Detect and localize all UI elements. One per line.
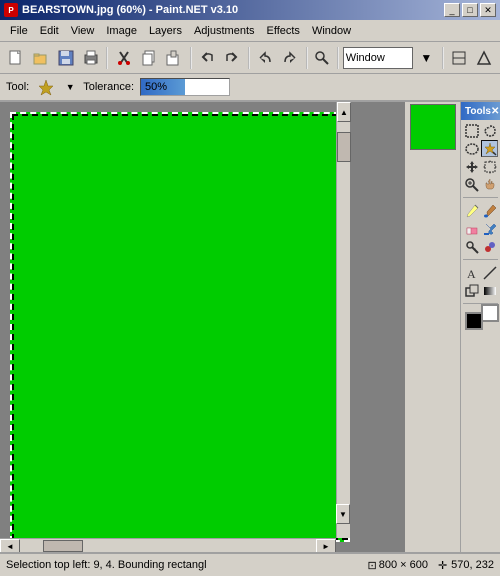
window-title: BEARSTOWN.jpg (60%) - Paint.NET v3.10 [22,4,238,16]
zoom-tool[interactable] [463,176,480,193]
current-tool-icon[interactable] [35,76,57,98]
canvas-container [10,112,350,542]
fill-tool[interactable] [481,220,498,237]
status-dimensions-area: ⊡ 800 × 600 [367,559,427,572]
tool-options-bar: Tool: ▼ Tolerance: 50% [0,74,500,102]
primary-color-box[interactable] [465,312,483,330]
tools-grid-2 [461,200,500,257]
paintbrush-tool[interactable] [481,202,498,219]
line-curve-tool[interactable] [481,264,498,281]
ellipse-select-tool[interactable] [463,140,480,157]
separator-3 [248,47,250,69]
toolbar: Window ▼ [0,42,500,74]
secondary-color-box[interactable] [481,304,499,322]
text-tool[interactable]: A [463,264,480,281]
move-selection-tool[interactable] [481,158,498,175]
menu-layers[interactable]: Layers [143,23,188,39]
menu-window[interactable]: Window [306,23,357,39]
save-button[interactable] [54,46,77,70]
extra-btn-2[interactable] [473,46,496,70]
tolerance-bar[interactable]: 50% [140,78,230,96]
clone-stamp-tool[interactable] [463,238,480,255]
undo-button[interactable] [254,46,277,70]
tools-divider-2 [463,259,498,260]
menu-adjustments[interactable]: Adjustments [188,23,261,39]
pan-tool[interactable] [481,176,498,193]
redo-button[interactable] [279,46,302,70]
extra-btn-1[interactable] [448,46,471,70]
cut-button[interactable] [112,46,135,70]
title-bar-left: P BEARSTOWN.jpg (60%) - Paint.NET v3.10 [4,3,238,17]
undo-history-button[interactable] [196,46,219,70]
menu-effects[interactable]: Effects [261,23,306,39]
separator-6 [442,47,444,69]
cursor-coordinates: 570, 232 [451,559,494,571]
rectangle-select-tool[interactable] [463,122,480,139]
magic-wand-tool[interactable] [481,140,498,157]
window-controls[interactable]: _ □ ✕ [444,3,496,17]
paste-button[interactable] [162,46,185,70]
color-picker-area [461,306,500,344]
tool-label: Tool: [6,81,29,93]
lasso-select-tool[interactable] [481,122,498,139]
tools-header-label: Tools [465,106,491,117]
status-selection-text: Selection top left: 9, 4. Bounding recta… [6,559,357,571]
window-dropdown[interactable]: Window [343,47,413,69]
vertical-scrollbar[interactable]: ▲ ▼ [336,102,350,538]
separator-5 [337,47,339,69]
separator-1 [106,47,108,69]
maximize-button[interactable]: □ [462,3,478,17]
thumbnail-panel [405,102,460,552]
tools-grid [461,120,500,195]
menu-view[interactable]: View [65,23,101,39]
close-button[interactable]: ✕ [480,3,496,17]
zoom-icon [312,47,333,69]
app-icon: P [4,3,18,17]
horizontal-scrollbar[interactable]: ◄ ► [0,538,336,552]
main-area: ▲ ▼ ◄ ► Tools ✕ [0,102,500,552]
menu-file[interactable]: File [4,23,34,39]
tools-grid-3: A [461,262,500,301]
canvas-image[interactable] [10,112,350,542]
menu-bar: File Edit View Image Layers Adjustments … [0,20,500,42]
separator-2 [190,47,192,69]
tools-close-icon[interactable]: ✕ [491,106,499,117]
coordinates-icon: ✛ [438,559,447,572]
recolor-tool[interactable] [481,238,498,255]
print-button[interactable] [79,46,102,70]
dropdown-arrow[interactable]: ▼ [415,46,438,70]
canvas-area[interactable]: ▲ ▼ ◄ ► [0,102,405,552]
tools-panel-header: Tools ✕ [461,102,500,120]
move-selected-tool[interactable] [463,158,480,175]
redo-history-button[interactable] [221,46,244,70]
tolerance-label: Tolerance: [83,81,134,93]
minimize-button[interactable]: _ [444,3,460,17]
eraser-tool[interactable] [463,220,480,237]
tool-options-dropdown[interactable]: ▼ [63,75,77,99]
dimensions-icon: ⊡ [367,559,376,572]
canvas-dimensions: 800 × 600 [379,559,428,571]
separator-4 [306,47,308,69]
pencil-tool[interactable] [463,202,480,219]
status-bar: Selection top left: 9, 4. Bounding recta… [0,552,500,576]
gradient-tool[interactable] [481,282,498,299]
tools-divider-1 [463,197,498,198]
menu-image[interactable]: Image [100,23,143,39]
shapes-tool[interactable] [463,282,480,299]
copy-button[interactable] [137,46,160,70]
new-button[interactable] [4,46,27,70]
tools-panel: Tools ✕ [460,102,500,552]
svg-text:A: A [467,267,476,280]
thumbnail-image [410,104,456,150]
menu-edit[interactable]: Edit [34,23,65,39]
tolerance-value: 50% [141,81,167,93]
title-bar: P BEARSTOWN.jpg (60%) - Paint.NET v3.10 … [0,0,500,20]
status-coordinates-area: ✛ 570, 232 [438,559,494,572]
open-button[interactable] [29,46,52,70]
